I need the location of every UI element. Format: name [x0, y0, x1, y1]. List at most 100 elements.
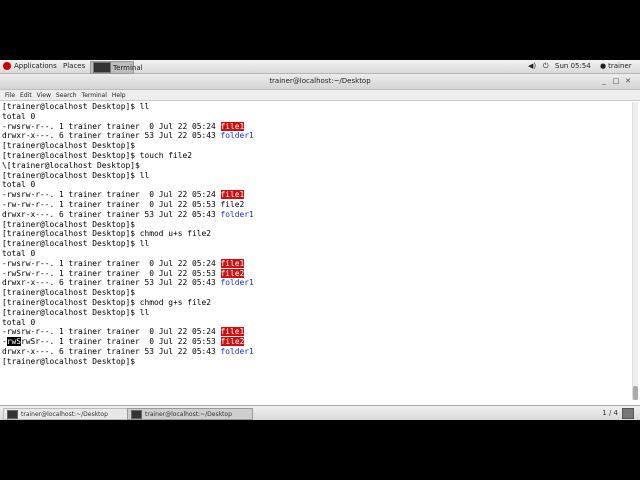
terminal-text: -rwsrw-r--. 1 trainer trainer 0 Jul 22 0…: [2, 190, 221, 200]
maximize-button[interactable]: □: [612, 77, 620, 85]
terminal-line: -rwSrw-r--. 1 trainer trainer 0 Jul 22 0…: [2, 268, 630, 279]
workspace-pager-label: 1 / 4: [602, 409, 618, 417]
terminal-text: -rwsrw-r--. 1 trainer trainer 0 Jul 22 0…: [2, 327, 221, 337]
terminal-text: drwxr-x---. 6 trainer trainer 53 Jul 22 …: [2, 346, 221, 356]
terminal-text: total 0: [2, 111, 36, 121]
terminal-launcher-item[interactable]: Terminal: [93, 62, 143, 73]
terminal-text: total 0: [2, 248, 36, 258]
terminal-line: [trainer@localhost Desktop]$ ll: [2, 102, 630, 112]
bottom-taskbar: trainer@localhost:~/Desktop trainer@loca…: [0, 405, 640, 420]
terminal-text: [trainer@localhost Desktop]$: [2, 356, 136, 366]
terminal-icon: [131, 409, 142, 419]
applications-menu[interactable]: Applications: [3, 62, 57, 70]
volume-control[interactable]: ◀): [528, 62, 536, 70]
close-button[interactable]: ✕: [624, 77, 632, 85]
taskbar-item-terminal-1[interactable]: trainer@localhost:~/Desktop: [3, 408, 129, 420]
user-icon: ●: [600, 62, 607, 70]
terminal-line: drwxr-x---. 6 trainer trainer 53 Jul 22 …: [2, 210, 630, 220]
terminal-text: rwSr--. 1 trainer trainer 0 Jul 22 05:53: [21, 337, 221, 347]
terminal-line: [trainer@localhost Desktop]$ ll: [2, 239, 630, 249]
terminal-text: [trainer@localhost Desktop]$: [2, 141, 136, 151]
applications-label: Applications: [14, 62, 57, 70]
terminal-line: -rw-rw-r--. 1 trainer trainer 0 Jul 22 0…: [2, 200, 630, 210]
taskbar-item-label: trainer@localhost:~/Desktop: [145, 410, 232, 418]
user-label: trainer: [608, 62, 632, 70]
taskbar-item-terminal-2[interactable]: trainer@localhost:~/Desktop: [127, 408, 253, 420]
terminal-text: [trainer@localhost Desktop]$ touch file2: [2, 150, 193, 160]
terminal-text: [trainer@localhost Desktop]$: [2, 288, 136, 298]
terminal-icon: [93, 62, 111, 73]
terminal-line: [trainer@localhost Desktop]$ ll: [2, 308, 630, 318]
terminal-line: [trainer@localhost Desktop]$: [2, 357, 630, 367]
terminal-filename: file1: [220, 327, 245, 337]
user-menu[interactable]: ● trainer: [600, 62, 632, 70]
menu-help[interactable]: Help: [112, 92, 126, 99]
menubar: File Edit View Search Terminal Help: [0, 90, 640, 101]
terminal-scrollbar[interactable]: [632, 102, 638, 400]
terminal-line: [trainer@localhost Desktop]$ chmod u+s f…: [2, 229, 630, 239]
terminal-filename: file2: [220, 337, 245, 347]
terminal-text: -rwSrw-r--. 1 trainer trainer 0 Jul 22 0…: [2, 268, 221, 278]
terminal-line: [trainer@localhost Desktop]$: [2, 141, 630, 151]
terminal-icon: [7, 409, 18, 419]
terminal-text: total 0: [2, 317, 36, 327]
power-icon: ⏻: [543, 62, 549, 70]
menu-terminal[interactable]: Terminal: [82, 92, 107, 99]
terminal-line: -rwsrw-r--. 1 trainer trainer 0 Jul 22 0…: [2, 121, 630, 132]
terminal-line: [trainer@localhost Desktop]$ ll: [2, 171, 630, 181]
terminal-text: -rwsrw-r--. 1 trainer trainer 0 Jul 22 0…: [2, 258, 221, 268]
terminal-text: drwxr-x---. 6 trainer trainer 53 Jul 22 …: [2, 278, 221, 288]
terminal-text: [trainer@localhost Desktop]$ ll: [2, 239, 150, 249]
terminal-text: drwxr-x---. 6 trainer trainer 53 Jul 22 …: [2, 131, 221, 141]
terminal-filename: file1: [220, 190, 245, 200]
terminal-line: [trainer@localhost Desktop]$: [2, 220, 630, 230]
terminal-filename: file2: [220, 268, 245, 278]
places-menu[interactable]: Places: [63, 62, 85, 70]
terminal-text: -rw-rw-r--. 1 trainer trainer 0 Jul 22 0…: [2, 199, 245, 209]
terminal-line: -rwsrw-r--. 1 trainer trainer 0 Jul 22 0…: [2, 258, 630, 269]
menu-edit[interactable]: Edit: [20, 92, 32, 99]
terminal-line: [trainer@localhost Desktop]$: [2, 288, 630, 298]
workspace-switcher[interactable]: [622, 408, 634, 419]
terminal-text: [trainer@localhost Desktop]$ ll: [2, 102, 150, 111]
terminal-filename: folder1: [220, 346, 254, 356]
terminal-filename: folder1: [220, 209, 254, 219]
terminal-text: rwS: [6, 337, 22, 347]
desktop-screen: Applications Places Terminal ◀) ⏻ Sun 05…: [0, 60, 640, 420]
terminal-text: -rwsrw-r--. 1 trainer trainer 0 Jul 22 0…: [2, 121, 221, 131]
terminal-line: -rwsrw-r--. 1 trainer trainer 0 Jul 22 0…: [2, 190, 630, 200]
terminal-text: [trainer@localhost Desktop]$ ll: [2, 307, 150, 317]
terminal-text: drwxr-x---. 6 trainer trainer 53 Jul 22 …: [2, 209, 221, 219]
terminal-line: drwxr-x---. 6 trainer trainer 53 Jul 22 …: [2, 278, 630, 288]
menu-view[interactable]: View: [37, 92, 51, 99]
power-menu[interactable]: ⏻: [543, 62, 549, 71]
terminal-scrollbar-thumb[interactable]: [633, 386, 638, 400]
window-titlebar[interactable]: trainer@localhost:~/Desktop _ □ ✕: [0, 74, 640, 90]
terminal-line: -rwSrwSr--. 1 trainer trainer 0 Jul 22 0…: [2, 337, 630, 347]
terminal-output[interactable]: [trainer@localhost Desktop]$ ll total 0 -r…: [2, 102, 630, 402]
terminal-line: [trainer@localhost Desktop]$ chmod g+s f…: [2, 298, 630, 308]
terminal-text: [trainer@localhost Desktop]$ chmod g+s f…: [2, 297, 212, 307]
terminal-line: total 0: [2, 318, 630, 328]
terminal-line: [trainer@localhost Desktop]$ touch file2: [2, 151, 630, 161]
terminal-line: -rwsrw-r--. 1 trainer trainer 0 Jul 22 0…: [2, 327, 630, 337]
window-title: trainer@localhost:~/Desktop: [269, 77, 371, 85]
places-label: Places: [63, 62, 86, 70]
terminal-line: total 0: [2, 180, 630, 190]
terminal-line: drwxr-x---. 6 trainer trainer 53 Jul 22 …: [2, 131, 630, 141]
terminal-text: [trainer@localhost Desktop]$ ll: [2, 170, 150, 180]
terminal-filename: folder1: [220, 278, 254, 288]
terminal-line: \[trainer@localhost Desktop]$: [2, 161, 630, 171]
terminal-line: total 0: [2, 112, 630, 122]
terminal-filename: folder1: [220, 131, 254, 141]
minimize-button[interactable]: _: [600, 77, 608, 85]
redhat-icon: [3, 62, 11, 70]
clock[interactable]: Sun 05:54: [555, 62, 591, 70]
terminal-launcher-label: Terminal: [113, 63, 143, 72]
menu-file[interactable]: File: [5, 92, 15, 99]
taskbar-item-label: trainer@localhost:~/Desktop: [21, 410, 108, 418]
top-panel: Applications Places Terminal ◀) ⏻ Sun 05…: [0, 60, 640, 74]
terminal-filename: file1: [220, 121, 245, 131]
menu-search[interactable]: Search: [56, 92, 77, 99]
terminal-text: total 0: [2, 180, 36, 190]
